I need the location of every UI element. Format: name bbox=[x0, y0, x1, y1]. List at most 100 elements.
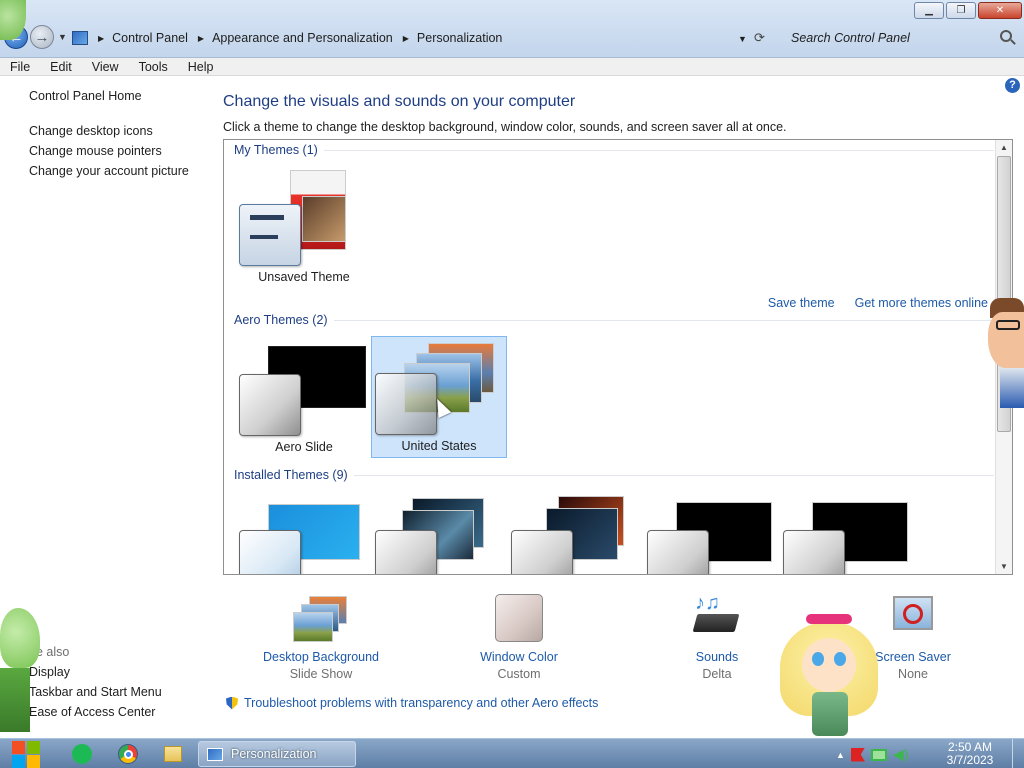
setting-value: Delta bbox=[702, 667, 732, 681]
sounds-setting[interactable]: ♪♫ Sounds Delta bbox=[647, 592, 787, 681]
ease-of-access-link[interactable]: Ease of Access Center bbox=[29, 705, 162, 725]
window-color-icon bbox=[491, 592, 547, 644]
get-more-themes-link[interactable]: Get more themes online bbox=[855, 296, 988, 310]
theme-preview-window bbox=[239, 374, 301, 436]
scroll-down-arrow[interactable]: ▼ bbox=[1000, 562, 1008, 571]
setting-value: Slide Show bbox=[289, 667, 353, 681]
group-installed-themes: Installed Themes (9) bbox=[234, 468, 994, 482]
task-links: Change desktop icons Change mouse pointe… bbox=[29, 124, 189, 184]
character-sticker-image bbox=[986, 298, 1024, 410]
installed-theme-1[interactable] bbox=[236, 492, 372, 574]
menu-view[interactable]: View bbox=[82, 60, 129, 74]
theme-aero-slide[interactable]: Aero Slide bbox=[236, 336, 372, 458]
menu-help[interactable]: Help bbox=[178, 60, 224, 74]
refresh-icon[interactable]: ⟳ bbox=[754, 30, 770, 46]
file-explorer-icon[interactable] bbox=[164, 746, 182, 762]
group-aero-themes: Aero Themes (2) bbox=[234, 313, 994, 327]
see-also: ee also Display Taskbar and Start Menu E… bbox=[29, 645, 162, 725]
menu-file[interactable]: File bbox=[0, 60, 40, 74]
setting-name[interactable]: Sounds bbox=[647, 650, 787, 664]
recent-pages-dropdown[interactable]: ▼ bbox=[58, 32, 67, 42]
scroll-up-arrow[interactable]: ▲ bbox=[1000, 143, 1008, 152]
spotify-icon[interactable] bbox=[72, 744, 92, 764]
navigation-bar: ← → ▼ ▶ Control Panel ▶ Appearance and P… bbox=[0, 22, 1024, 52]
setting-value: Custom bbox=[497, 667, 541, 681]
theme-list[interactable]: My Themes (1) Unsaved Theme Save theme G… bbox=[223, 139, 1013, 575]
screen-saver-icon bbox=[885, 592, 941, 644]
desktop-background-icon bbox=[293, 592, 349, 644]
breadcrumb-appearance[interactable]: Appearance and Personalization bbox=[212, 31, 393, 45]
show-hidden-icons-icon[interactable]: ▲ bbox=[836, 750, 845, 760]
help-icon[interactable]: ? bbox=[1005, 78, 1020, 93]
theme-label: United States bbox=[401, 439, 477, 453]
start-button[interactable] bbox=[10, 739, 44, 768]
control-panel-icon bbox=[207, 747, 223, 761]
save-theme-link[interactable]: Save theme bbox=[768, 296, 835, 310]
theme-actions: Save theme Get more themes online bbox=[768, 296, 988, 310]
display-link[interactable]: Display bbox=[29, 665, 162, 685]
change-desktop-icons-link[interactable]: Change desktop icons bbox=[29, 124, 189, 144]
theme-preview-window bbox=[239, 530, 301, 574]
address-bar[interactable]: ▶ Control Panel ▶ Appearance and Persona… bbox=[72, 26, 750, 50]
search-input[interactable]: Search Control Panel bbox=[782, 26, 1020, 50]
theme-label: Aero Slide bbox=[275, 440, 333, 454]
taskbar-task-label: Personalization bbox=[231, 747, 317, 761]
address-dropdown[interactable]: ▼ bbox=[738, 34, 747, 44]
installed-theme-4[interactable] bbox=[644, 492, 780, 574]
character-sticker-image bbox=[778, 608, 880, 738]
sounds-icon: ♪♫ bbox=[689, 592, 745, 644]
maximize-button[interactable]: ❐ bbox=[946, 2, 976, 19]
control-panel-home-link[interactable]: Control Panel Home bbox=[29, 89, 142, 103]
theme-preview-window bbox=[239, 204, 301, 266]
troubleshoot-row: Troubleshoot problems with transparency … bbox=[226, 696, 598, 710]
theme-preview-image bbox=[302, 196, 346, 242]
forward-button[interactable]: → bbox=[30, 25, 54, 49]
system-tray: ▲ ◀) bbox=[836, 746, 908, 763]
taskbar: Personalization ▲ ◀) 2:50 AM 3/7/2023 bbox=[0, 738, 1024, 768]
clock-date: 3/7/2023 bbox=[946, 753, 994, 767]
minimize-button[interactable]: ▁ bbox=[914, 2, 944, 19]
theme-label: Unsaved Theme bbox=[258, 270, 350, 284]
change-mouse-pointers-link[interactable]: Change mouse pointers bbox=[29, 144, 189, 164]
taskbar-start-menu-link[interactable]: Taskbar and Start Menu bbox=[29, 685, 162, 705]
setting-name[interactable]: Window Color bbox=[449, 650, 589, 664]
chrome-icon[interactable] bbox=[118, 744, 138, 764]
window-titlebar: ▁ ❐ ✕ ← → ▼ ▶ Control Panel ▶ Appearance… bbox=[0, 0, 1024, 58]
theme-preview-window bbox=[647, 530, 709, 574]
clock[interactable]: 2:50 AM 3/7/2023 bbox=[942, 741, 998, 767]
close-button[interactable]: ✕ bbox=[978, 2, 1022, 19]
setting-name[interactable]: Desktop Background bbox=[251, 650, 391, 664]
network-icon[interactable] bbox=[870, 748, 887, 761]
taskbar-personalization[interactable]: Personalization bbox=[198, 741, 356, 767]
shield-icon bbox=[226, 696, 238, 710]
action-center-flag-icon[interactable] bbox=[850, 747, 865, 762]
breadcrumb-personalization[interactable]: Personalization bbox=[417, 31, 502, 45]
window-buttons: ▁ ❐ ✕ bbox=[914, 2, 1022, 19]
installed-theme-5[interactable] bbox=[780, 492, 916, 574]
control-panel-icon bbox=[72, 31, 88, 45]
installed-theme-3[interactable] bbox=[508, 492, 644, 574]
theme-preview-window bbox=[511, 530, 573, 574]
volume-icon[interactable]: ◀) bbox=[893, 746, 908, 763]
search-icon[interactable] bbox=[1000, 30, 1012, 42]
show-desktop-button[interactable] bbox=[1012, 739, 1024, 768]
theme-unsaved[interactable]: Unsaved Theme bbox=[236, 166, 372, 288]
window-color-setting[interactable]: Window Color Custom bbox=[449, 592, 589, 681]
change-account-picture-link[interactable]: Change your account picture bbox=[29, 164, 189, 184]
menu-edit[interactable]: Edit bbox=[40, 60, 82, 74]
menu-tools[interactable]: Tools bbox=[129, 60, 178, 74]
page-description: Click a theme to change the desktop back… bbox=[223, 120, 787, 134]
character-sticker-image bbox=[0, 608, 44, 736]
see-also-title: ee also bbox=[29, 645, 70, 659]
troubleshoot-link[interactable]: Troubleshoot problems with transparency … bbox=[244, 696, 598, 710]
desktop-background-setting[interactable]: Desktop Background Slide Show bbox=[251, 592, 391, 681]
theme-preview-window bbox=[375, 373, 437, 435]
installed-theme-2[interactable] bbox=[372, 492, 508, 574]
theme-preview-window bbox=[783, 530, 845, 574]
page-title: Change the visuals and sounds on your co… bbox=[223, 93, 576, 110]
search-placeholder: Search Control Panel bbox=[791, 31, 910, 45]
group-my-themes: My Themes (1) bbox=[234, 143, 994, 157]
breadcrumb-control-panel[interactable]: Control Panel bbox=[112, 31, 188, 45]
menu-bar: File Edit View Tools Help bbox=[0, 58, 1024, 76]
theme-preview-window bbox=[375, 530, 437, 574]
